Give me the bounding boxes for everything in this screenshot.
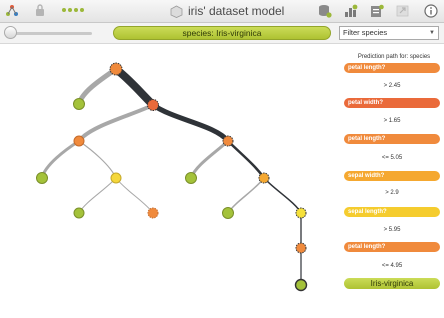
prediction-result[interactable]: Iris-virginica — [344, 278, 440, 289]
export-icon[interactable] — [370, 4, 384, 18]
path-step-3-question[interactable]: petal length? — [344, 134, 440, 144]
model-icon — [170, 5, 183, 18]
path-step-6-condition: <= 4.95 — [381, 263, 403, 269]
filter-species-label: Filter species — [343, 28, 388, 37]
tree-node[interactable] — [110, 172, 122, 184]
path-step-1-question[interactable]: petal length? — [344, 63, 440, 73]
window-title: iris' dataset model — [170, 2, 284, 20]
info-icon[interactable] — [424, 4, 438, 18]
path-step-4-condition: > 2.9 — [385, 190, 399, 196]
species-selector[interactable]: species: Iris-virginica — [113, 26, 331, 40]
status-dots — [62, 8, 84, 12]
tree-branch — [189, 139, 230, 179]
tree-leaf[interactable] — [73, 98, 85, 110]
tree-node[interactable] — [258, 172, 270, 184]
support-slider-handle[interactable] — [4, 26, 17, 39]
prediction-path-heading: Prediction path for: species — [357, 54, 431, 60]
path-step-1-condition: > 2.45 — [383, 83, 401, 89]
tree-node[interactable] — [295, 207, 307, 219]
tree-branch — [40, 139, 80, 179]
tree-leaf[interactable] — [73, 207, 85, 219]
path-step-6-question[interactable]: petal length? — [344, 242, 440, 252]
path-step-3-condition: <= 5.05 — [381, 155, 403, 161]
path-step-5-condition: > 5.95 — [383, 227, 401, 233]
tree-node[interactable] — [73, 135, 85, 147]
tree-leaf-prediction[interactable] — [294, 278, 308, 292]
chevron-down-icon: ▼ — [429, 30, 435, 36]
tree-branch — [115, 177, 154, 214]
path-step-4-question[interactable]: sepal width? — [344, 171, 440, 181]
tree-node[interactable] — [222, 135, 234, 147]
tree-leaf[interactable] — [222, 207, 234, 219]
tree-logo-icon[interactable] — [5, 4, 19, 18]
tree-node[interactable] — [295, 242, 307, 254]
database-icon[interactable] — [318, 4, 332, 18]
chart-icon[interactable] — [344, 4, 358, 18]
path-step-5-question[interactable]: sepal length? — [344, 207, 440, 217]
tree-leaf[interactable] — [36, 172, 48, 184]
prediction-path-segment — [113, 65, 156, 108]
app-title: iris' dataset model — [188, 4, 285, 18]
tree-node[interactable] — [147, 207, 159, 219]
prediction-path-segment — [227, 140, 266, 179]
tree-branch — [77, 103, 154, 143]
tree-branch — [76, 66, 118, 105]
share-icon[interactable] — [396, 4, 410, 18]
tree-branch — [78, 177, 117, 214]
path-step-2-condition: > 1.65 — [383, 118, 401, 124]
lock-icon[interactable] — [35, 4, 45, 17]
tree-branch — [227, 177, 265, 214]
top-toolbar: iris' dataset model — [0, 0, 444, 23]
tree-leaf[interactable] — [185, 172, 197, 184]
prediction-path-segment — [151, 102, 230, 143]
tree-node[interactable] — [147, 99, 159, 111]
support-slider-track[interactable] — [12, 32, 92, 35]
filter-species-select[interactable]: Filter species ▼ — [339, 26, 439, 40]
tree-branch — [78, 140, 117, 179]
path-step-2-question[interactable]: petal width? — [344, 98, 440, 108]
prediction-path-segment — [263, 177, 302, 214]
tree-node-root[interactable] — [109, 62, 123, 76]
